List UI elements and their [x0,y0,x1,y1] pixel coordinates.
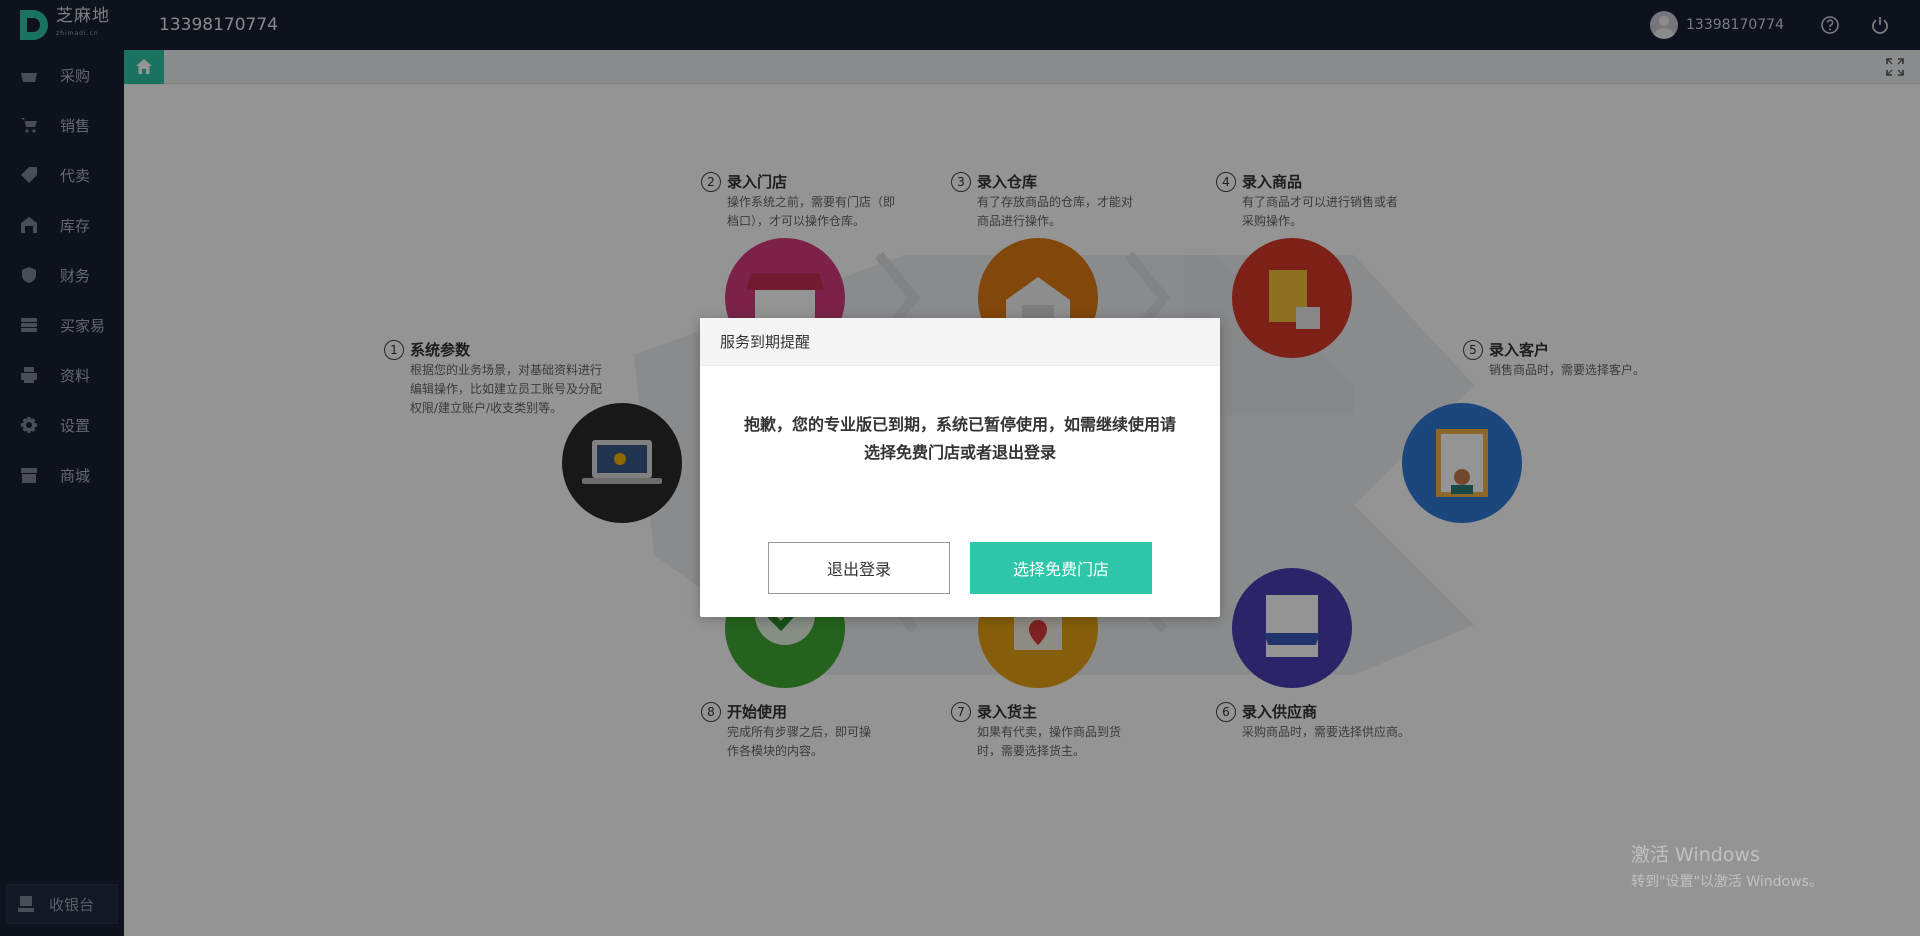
choose-free-store-button[interactable]: 选择免费门店 [970,542,1152,594]
windows-activation-watermark: 激活 Windows 转到"设置"以激活 Windows。 [1631,840,1823,891]
dialog-title: 服务到期提醒 [720,333,811,351]
watermark-title: 激活 Windows [1631,844,1760,866]
dialog-header: 服务到期提醒 [700,318,1220,366]
service-expired-dialog: 服务到期提醒 抱歉，您的专业版已到期，系统已暂停使用，如需继续使用请 选择免费门… [700,318,1220,617]
dialog-body: 抱歉，您的专业版已到期，系统已暂停使用，如需继续使用请 选择免费门店或者退出登录 [700,366,1220,467]
dialog-message-line: 选择免费门店或者退出登录 [863,443,1056,462]
dialog-footer: 退出登录 选择免费门店 [700,542,1220,594]
dialog-message-line: 抱歉，您的专业版已到期，系统已暂停使用，如需继续使用请 [743,415,1176,434]
watermark-subtitle: 转到"设置"以激活 Windows。 [1631,874,1823,890]
logout-button[interactable]: 退出登录 [768,542,950,594]
